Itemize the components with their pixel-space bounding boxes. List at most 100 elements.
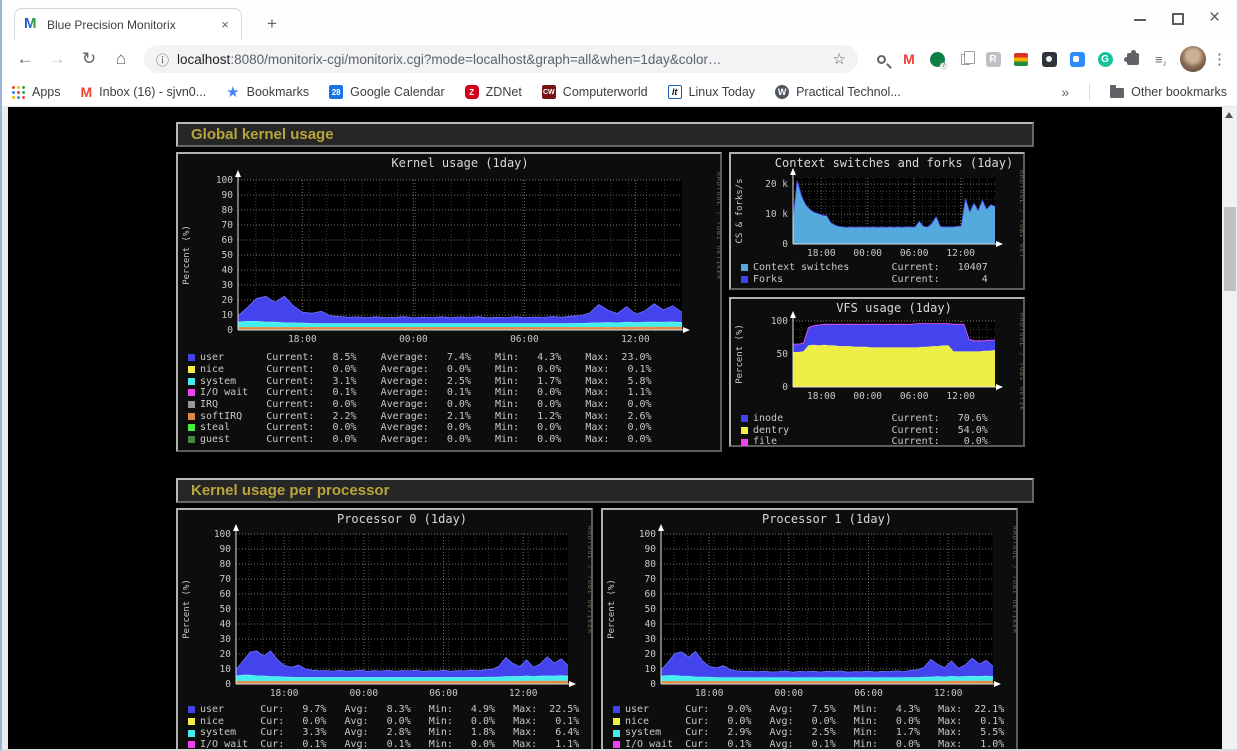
home-button[interactable]: ⌂ (108, 46, 134, 72)
legend-color-swatch (188, 401, 195, 408)
svg-text:100: 100 (639, 529, 656, 540)
playlist-icon[interactable]: ≡ (1152, 50, 1170, 68)
svg-text:12:00: 12:00 (946, 248, 975, 259)
svg-text:0: 0 (227, 325, 233, 336)
svg-text:30: 30 (645, 634, 657, 645)
svg-text:RRDTOOL / TOBI OETIKER: RRDTOOL / TOBI OETIKER (1011, 526, 1016, 634)
legend-color-swatch (741, 264, 748, 271)
legend-text: inode Current: 70.6% (753, 413, 988, 425)
scrollbar-thumb[interactable] (1224, 207, 1236, 291)
bookmark-label: Bookmarks (247, 85, 310, 99)
window-minimize-button[interactable] (1133, 12, 1147, 26)
svg-text:60: 60 (645, 589, 657, 600)
legend-row-user: user Current: 8.5% Average: 7.4% Min: 4.… (188, 352, 720, 364)
tab-close-icon[interactable] (217, 17, 233, 33)
bookmark-star-icon[interactable]: ☆ (833, 50, 846, 68)
computerworld-icon: CW (542, 85, 556, 99)
r-extension-icon[interactable]: R (984, 50, 1002, 68)
svg-text:06:00: 06:00 (854, 688, 883, 699)
reload-button[interactable]: ↻ (76, 46, 102, 72)
book-stack-icon[interactable] (1012, 50, 1030, 68)
address-bar[interactable]: ⓘ localhost:8080/monitorix-cgi/monitorix… (144, 45, 858, 73)
legend-color-swatch (188, 424, 195, 431)
graph-vfs-usage[interactable]: 05010018:0000:0006:0012:00VFS usage (1da… (729, 297, 1025, 447)
graph-processor-0[interactable]: 010203040506070809010018:0000:0006:0012:… (176, 508, 593, 749)
legend-color-swatch (188, 366, 195, 373)
url-path: :8080/monitorix-cgi/monitorix.cgi?mode=l… (230, 52, 721, 67)
graph-processor-1[interactable]: 010203040506070809010018:0000:0006:0012:… (601, 508, 1018, 749)
extensions-puzzle-icon[interactable] (1124, 50, 1142, 68)
graph-context-switches[interactable]: 010 k20 k18:0000:0006:0012:00Context swi… (729, 152, 1025, 290)
legend-row-nice: nice Cur: 0.0% Avg: 0.0% Min: 0.0% Max: … (613, 716, 1016, 728)
copy-pages-icon[interactable] (956, 50, 974, 68)
browser-menu-icon[interactable]: ⋮ (1212, 50, 1227, 68)
gmail-icon[interactable]: M (900, 50, 918, 68)
svg-text:20 k: 20 k (765, 179, 788, 190)
back-button[interactable]: ← (12, 46, 38, 72)
other-bookmarks-button[interactable]: Other bookmarks (1110, 85, 1227, 99)
window-maximize-button[interactable] (1171, 12, 1185, 26)
bookmark-label: Linux Today (689, 85, 756, 99)
bookmark-google-calendar[interactable]: 28Google Calendar (329, 85, 445, 99)
legend-row-forks: Forks Current: 4 (741, 274, 1023, 286)
legend-color-swatch (613, 730, 620, 737)
svg-text:50: 50 (777, 349, 789, 360)
grammarly-icon[interactable]: G (1096, 50, 1114, 68)
svg-text:10: 10 (220, 664, 232, 675)
scrollbar-up-arrow[interactable] (1225, 112, 1233, 118)
legend-row-dentry: dentry Current: 54.0% (741, 425, 1023, 437)
legend-text: file Current: 0.0% (753, 436, 988, 448)
bookmark-apps[interactable]: Apps (12, 85, 61, 99)
bookmark-label: Apps (32, 85, 61, 99)
wordpress-icon: W (775, 85, 789, 99)
bookmark-label: ZDNet (486, 85, 522, 99)
legend-text: user Cur: 9.0% Avg: 7.5% Min: 4.3% Max: … (625, 704, 1004, 716)
bookmark-practical-technol[interactable]: W Practical Technol... (775, 85, 901, 99)
svg-text:10: 10 (645, 664, 657, 675)
forward-button[interactable]: → (44, 46, 70, 72)
legend-row-guest: guest Current: 0.0% Average: 0.0% Min: 0… (188, 434, 720, 446)
svg-text:10 k: 10 k (765, 209, 788, 220)
page-info-icon[interactable]: ⓘ (156, 50, 169, 69)
legend-row-user: user Cur: 9.0% Avg: 7.5% Min: 4.3% Max: … (613, 704, 1016, 716)
bookmark-zdnet[interactable]: ZZDNet (465, 85, 522, 99)
search-icon[interactable] (872, 50, 890, 68)
google-voice-icon[interactable] (928, 50, 946, 68)
svg-text:70: 70 (222, 220, 234, 231)
window-close-button[interactable] (1209, 12, 1223, 26)
svg-text:06:00: 06:00 (429, 688, 458, 699)
bookmark-linux-today[interactable]: ltLinux Today (668, 85, 756, 99)
svg-text:70: 70 (645, 574, 657, 585)
svg-text:50: 50 (645, 604, 657, 615)
svg-text:RRDTOOL / TOBI OETIKER: RRDTOOL / TOBI OETIKER (1018, 170, 1023, 260)
bookmarks-overflow-chevron[interactable]: » (1061, 84, 1069, 100)
star-icon: ★ (226, 83, 239, 101)
monitorix-page: Global kernel usage 01020304050607080901… (2, 107, 1237, 749)
meet-camera-icon[interactable] (1068, 50, 1086, 68)
section-header: Kernel usage per processor (176, 478, 1034, 503)
bookmark-bookmarks[interactable]: ★ Bookmarks (226, 83, 309, 101)
svg-text:30: 30 (222, 280, 234, 291)
new-tab-button[interactable] (260, 12, 284, 36)
section-kernel-per-processor: Kernel usage per processor 0102030405060… (176, 478, 1034, 749)
bookmark-inbox-16-sjvn0[interactable]: MInbox (16) - sjvn0... (81, 84, 207, 100)
bookmark-computerworld[interactable]: CWComputerworld (542, 85, 648, 99)
url-text: localhost:8080/monitorix-cgi/monitorix.c… (177, 52, 825, 67)
svg-text:Percent (%): Percent (%) (607, 579, 617, 639)
legend-row-nice: nice Cur: 0.0% Avg: 0.0% Min: 0.0% Max: … (188, 716, 591, 728)
svg-text:Processor 0 (1day): Processor 0 (1day) (337, 512, 467, 526)
browser-tab[interactable]: MM Blue Precision Monitorix (14, 8, 242, 40)
graph-kernel-usage[interactable]: 010203040506070809010018:0000:0006:0012:… (176, 152, 722, 452)
profile-avatar[interactable] (1180, 46, 1206, 72)
svg-text:90: 90 (645, 544, 657, 555)
legend-text: dentry Current: 54.0% (753, 425, 988, 437)
pocket-icon[interactable] (1040, 50, 1058, 68)
bookmark-label: Practical Technol... (796, 85, 901, 99)
legend-color-swatch (613, 718, 620, 725)
page-scrollbar[interactable] (1222, 107, 1237, 749)
svg-text:RRDTOOL / TOBI OETIKER: RRDTOOL / TOBI OETIKER (715, 172, 720, 280)
svg-text:20: 20 (645, 649, 657, 660)
calendar-icon: 28 (329, 85, 343, 99)
legend-color-swatch (188, 413, 195, 420)
legend-color-swatch (613, 741, 620, 748)
